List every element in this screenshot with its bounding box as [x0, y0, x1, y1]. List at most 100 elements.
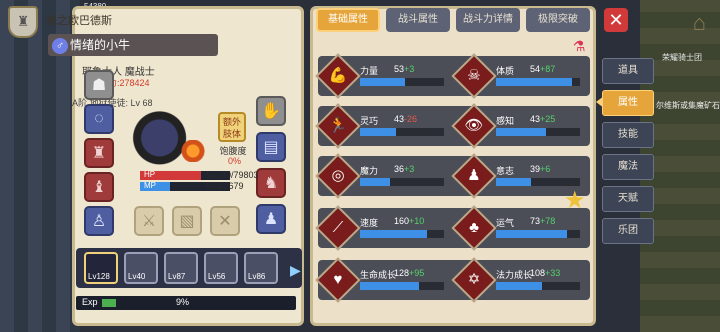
stat-cell[interactable]: ☠ 体质 54+87 [451, 53, 588, 99]
wardrobe-hanger-icon[interactable]: ⌂ [693, 10, 706, 36]
equip-slot-armor[interactable]: ♜ [84, 138, 114, 168]
stat-base: 128 [394, 268, 410, 278]
exp-label: Exp [82, 297, 98, 307]
stat-icon: 👁 [464, 117, 484, 134]
stat-bar-fill [496, 178, 532, 186]
extra-body-button[interactable]: 额外肢体 [218, 112, 246, 142]
pet-scroll-right-icon[interactable]: ▶ [290, 262, 301, 279]
stat-bar [496, 128, 580, 136]
stat-base: 43 [530, 114, 541, 124]
stat-cell[interactable]: 🏃 灵巧 43-26 [315, 103, 452, 149]
stat-bar [496, 178, 580, 186]
equip-slot-weapon[interactable]: ⚔ [134, 206, 164, 236]
equip-slot-ranged[interactable]: ✕ [210, 206, 240, 236]
stat-name: 运气 [496, 218, 515, 228]
stat-icon: ⟋ [332, 219, 344, 236]
stat-name: 速度 [360, 218, 379, 228]
hp-label: HP [144, 170, 156, 179]
stat-bar-fill [360, 178, 391, 186]
stat-cell[interactable]: ◎ 魔力 36+3 [315, 153, 452, 199]
equip-slot-accessory[interactable]: ♟ [256, 204, 286, 234]
satiety-value: 0% [228, 156, 242, 166]
stat-row: 🏃 灵巧 43-26 👁 感知 43+25 [315, 103, 590, 149]
stat-bar-fill [496, 230, 568, 238]
realm-name: 地之欧巴德斯 [46, 15, 112, 27]
hp-value: 54380/79803 [206, 170, 259, 180]
stat-icon: ♥ [333, 271, 343, 288]
pet-level: Lv87 [168, 272, 186, 281]
sidebar-item-band[interactable]: 乐团 [602, 218, 654, 244]
sidebar-item-talent[interactable]: 天赋 [602, 186, 654, 212]
stat-value: 54+87 [530, 64, 555, 74]
potion-icon[interactable]: ⚗ [570, 38, 588, 58]
stat-bar [496, 230, 580, 238]
tab-combat-attributes[interactable]: 战斗属性 [386, 8, 450, 32]
stat-icon: 💪 [328, 67, 348, 84]
extra-body-label: 额外肢体 [222, 117, 241, 139]
star-icon[interactable]: ★ [564, 186, 586, 215]
stat-cell[interactable]: ✡ 法力成长 108+33 [451, 257, 588, 303]
sidebar-item-skills[interactable]: 技能 [602, 122, 654, 148]
stat-bar [360, 78, 444, 86]
stat-bar-fill [496, 282, 543, 290]
stat-base: 53 [394, 64, 405, 74]
stat-bar-fill [360, 282, 419, 290]
tab-power-details[interactable]: 战斗力详情 [456, 8, 520, 32]
stat-row: ♥ 生命成长 128+95 ✡ 法力成长 108+33 [315, 257, 590, 303]
sidebar-item-items[interactable]: 道具 [602, 58, 654, 84]
pet-slot-4[interactable]: Lv56 [204, 252, 238, 284]
stat-bonus: +87 [540, 64, 556, 74]
stat-bonus: +3 [404, 164, 415, 174]
stat-icon: ◎ [331, 167, 345, 184]
sidebar-item-attributes[interactable]: 属性 [602, 90, 654, 116]
stat-bar-fill [496, 128, 547, 136]
pet-slot-2[interactable]: Lv40 [124, 252, 158, 284]
sidebar-item-magic[interactable]: 魔法 [602, 154, 654, 180]
equip-slot-neck[interactable]: ◌ [84, 104, 114, 134]
stat-name: 力量 [360, 66, 379, 76]
stat-bar [496, 78, 580, 86]
stat-value: 53+3 [394, 64, 414, 74]
stat-base: 39 [530, 164, 541, 174]
hud-text-right-1: 荣耀骑士团 [662, 53, 702, 62]
exp-bar: Exp 9% [76, 296, 296, 310]
equip-slot-gloves[interactable]: ✋ [256, 96, 286, 126]
stat-cell[interactable]: ♥ 生命成长 128+95 [315, 257, 452, 303]
stat-bonus: +3 [404, 64, 415, 74]
equip-slot-belt[interactable]: ♝ [84, 172, 114, 202]
stat-bar-fill [360, 78, 405, 86]
equip-slot-charm[interactable]: ♞ [256, 168, 286, 198]
stat-bonus: +78 [540, 216, 556, 226]
pet-slot-1[interactable]: Lv128 [84, 252, 118, 284]
stat-icon: ♣ [469, 219, 479, 236]
stat-bar-fill [360, 128, 397, 136]
equip-slot-ring[interactable]: ▤ [256, 132, 286, 162]
close-icon[interactable]: ✕ [604, 8, 628, 32]
stat-cell[interactable]: ⟋ 速度 160+10 [315, 205, 452, 251]
stat-bonus: +95 [409, 268, 425, 278]
stat-row: 💪 力量 53+3 ☠ 体质 54+87 [315, 53, 590, 99]
pet-slot-5[interactable]: Lv86 [244, 252, 278, 284]
mp-label: MP [144, 181, 156, 190]
stat-bar-fill [360, 230, 428, 238]
pet-level: Lv56 [208, 272, 226, 281]
exp-bar-fill [102, 299, 116, 307]
equip-slot-boots[interactable]: ♙ [84, 206, 114, 236]
guild-crest-icon[interactable]: ♜ [8, 6, 38, 38]
equip-slot-offhand[interactable]: ▧ [172, 206, 202, 236]
stat-icon: ✡ [467, 271, 481, 288]
stat-value: 108+33 [530, 268, 560, 278]
stat-base: 43 [394, 114, 405, 124]
stat-cell[interactable]: 💪 力量 53+3 [315, 53, 452, 99]
stat-name: 魔力 [360, 166, 379, 176]
stat-base: 36 [394, 164, 405, 174]
character-name-bar[interactable]: 情绪的小牛 [48, 34, 218, 56]
pet-slot-3[interactable]: Lv87 [164, 252, 198, 284]
tab-basic-attributes[interactable]: 基础属性 [316, 8, 380, 32]
stat-bar [360, 178, 444, 186]
tab-limit-break[interactable]: 极限突破 [526, 8, 590, 32]
stat-cell[interactable]: 👁 感知 43+25 [451, 103, 588, 149]
stat-icon: ☠ [467, 67, 481, 84]
equip-slot-head[interactable]: ☗ [84, 70, 114, 100]
stat-bar [360, 282, 444, 290]
